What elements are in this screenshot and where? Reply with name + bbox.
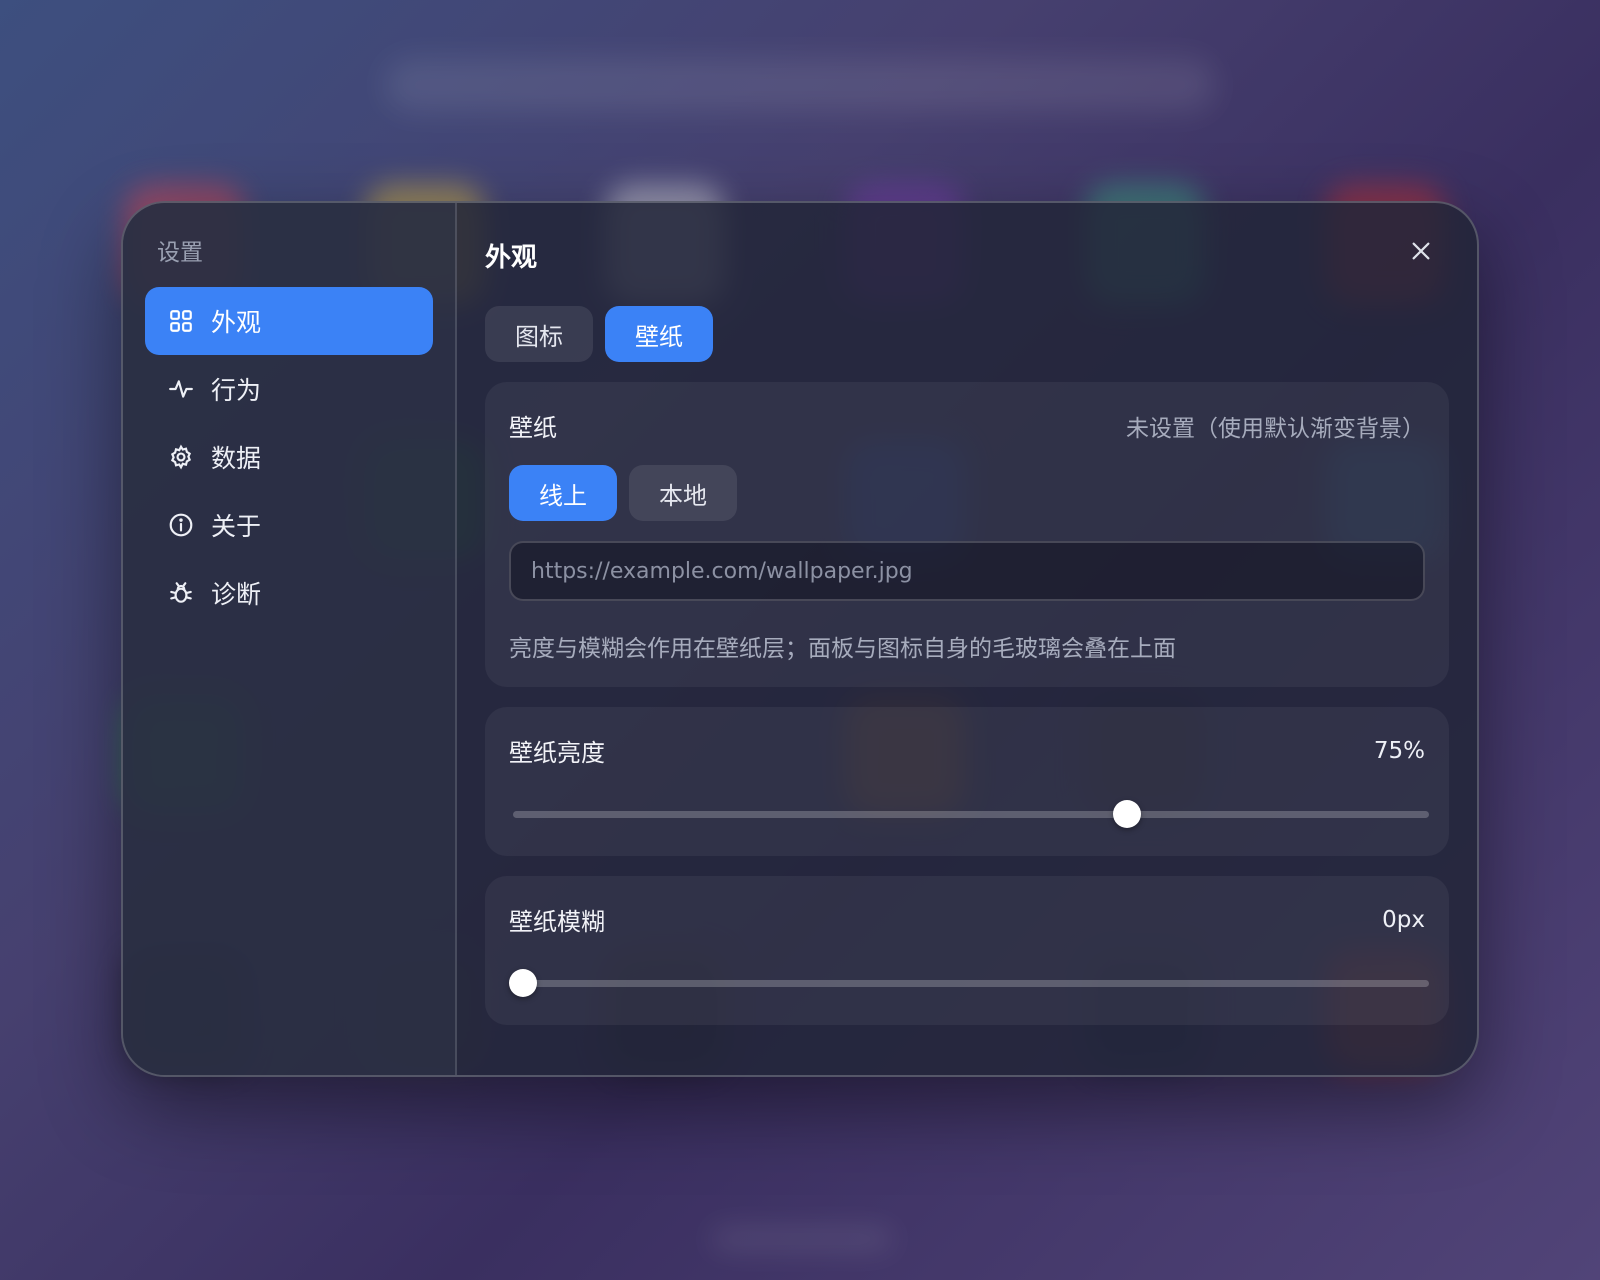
brightness-slider[interactable] [509,794,1429,834]
close-icon [1412,242,1430,260]
wallpaper-card: 壁纸 未设置（使用默认渐变背景） 线上 本地 亮度与模糊会作用在壁纸层；面板与图… [485,382,1449,687]
background-search-bar [385,58,1215,112]
wallpaper-label: 壁纸 [509,414,557,442]
tab-online[interactable]: 线上 [509,465,617,521]
tab-wallpaper[interactable]: 壁纸 [605,306,713,362]
sidebar-item-label: 诊断 [211,580,262,609]
bug-icon [167,579,195,607]
blur-label: 壁纸模糊 [509,908,605,936]
activity-icon [167,375,195,403]
close-button[interactable] [1401,231,1441,271]
slider-track[interactable] [513,980,1429,987]
gear-icon [167,443,195,471]
wallpaper-status: 未设置（使用默认渐变背景） [1126,415,1425,442]
background-page-indicator [712,1228,892,1250]
blur-card: 壁纸模糊 0px [485,876,1449,1025]
sidebar-item-label: 数据 [211,444,262,473]
settings-sidebar: 设置 外观 行为 数据 关于 诊断 [123,203,457,1075]
slider-thumb[interactable] [1112,800,1141,828]
sidebar-item-data[interactable]: 数据 [145,423,433,491]
sidebar-item-label: 外观 [211,308,262,337]
slider-thumb[interactable] [509,969,537,997]
wallpaper-url-input[interactable] [509,541,1425,601]
tab-icons[interactable]: 图标 [485,306,593,362]
grid-icon [167,307,195,335]
blur-value: 0px [1382,906,1425,933]
slider-track[interactable] [513,811,1429,818]
sidebar-item-label: 关于 [211,512,262,541]
info-icon [167,511,195,539]
sidebar-title: 设置 [157,240,203,266]
wallpaper-hint: 亮度与模糊会作用在壁纸层；面板与图标自身的毛玻璃会叠在上面 [509,636,1176,662]
brightness-value: 75% [1373,737,1425,764]
sidebar-item-diagnostics[interactable]: 诊断 [145,559,433,627]
tab-local[interactable]: 本地 [629,465,737,521]
brightness-card: 壁纸亮度 75% [485,707,1449,856]
wallpaper-source-tabs: 线上 本地 [509,465,1425,521]
sidebar-item-about[interactable]: 关于 [145,491,433,559]
page-title: 外观 [485,243,538,273]
brightness-label: 壁纸亮度 [509,739,605,767]
sidebar-item-behavior[interactable]: 行为 [145,355,433,423]
blur-slider[interactable] [509,963,1429,1003]
appearance-tabs: 图标 壁纸 [485,306,1449,362]
sidebar-item-label: 行为 [211,376,262,405]
settings-content: 外观 图标 壁纸 壁纸 未设置（使用默认渐变背景） 线上 本地 亮度与模糊会作用… [457,203,1477,1075]
settings-dialog: 设置 外观 行为 数据 关于 诊断 外观 图标 壁纸 壁纸 未设置（使用默认渐变… [121,201,1479,1077]
sidebar-item-appearance[interactable]: 外观 [145,287,433,355]
